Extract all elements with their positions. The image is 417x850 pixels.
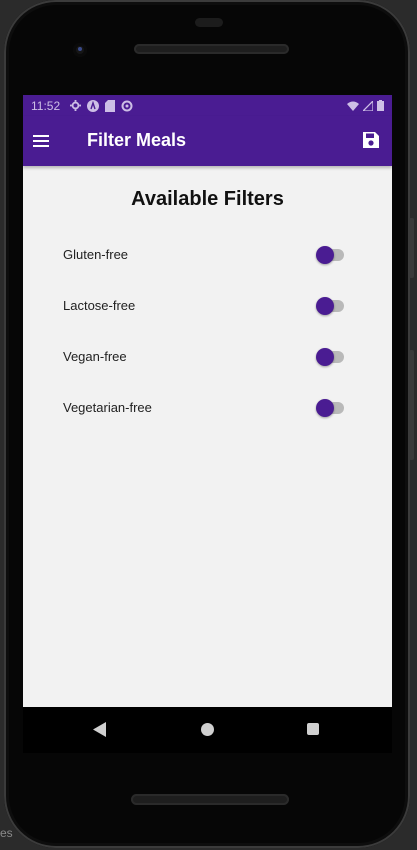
vegan-free-switch[interactable] [316, 348, 344, 366]
settings-icon [70, 100, 82, 111]
top-notch [195, 18, 223, 27]
bottom-speaker [131, 794, 289, 805]
status-system-icons [347, 100, 384, 111]
wifi-icon [347, 101, 359, 111]
sync-icon [121, 100, 133, 111]
filter-row-vegetarian-free: Vegetarian-free [23, 388, 392, 428]
recent-apps-icon[interactable] [307, 723, 319, 735]
status-bar: 11:52 [23, 95, 392, 116]
filter-label: Vegetarian-free [63, 400, 152, 415]
volume-button [409, 218, 414, 278]
app-bar-title: Filter Meals [87, 130, 187, 150]
background-partial-text: es [0, 826, 13, 840]
hamburger-menu-icon[interactable] [33, 131, 49, 151]
lactose-free-switch[interactable] [316, 297, 344, 315]
battery-icon [377, 100, 384, 111]
filter-row-gluten-free: Gluten-free [23, 235, 392, 275]
back-icon[interactable] [93, 722, 107, 737]
earpiece-speaker [134, 44, 289, 54]
filter-label: Gluten-free [63, 247, 129, 262]
save-icon[interactable] [362, 131, 380, 149]
switch-thumb [316, 399, 334, 417]
sd-card-icon [105, 99, 116, 112]
system-navigation-bar [23, 707, 392, 753]
filter-row-vegan-free: Vegan-free [23, 337, 392, 377]
status-notification-icons [70, 99, 133, 112]
filter-label: Vegan-free [63, 349, 127, 364]
status-time: 11:52 [31, 98, 61, 113]
app-screen: 11:52 Filter Meals Available Filters Glu… [23, 95, 392, 707]
available-filters-heading: Available Filters [131, 188, 284, 210]
app-bar: Filter Meals [23, 116, 392, 166]
filter-label: Lactose-free [63, 298, 136, 313]
switch-thumb [316, 246, 334, 264]
android-studio-icon [87, 99, 100, 112]
home-icon[interactable] [201, 723, 214, 736]
vegetarian-free-switch[interactable] [316, 399, 344, 417]
signal-icon [363, 100, 373, 111]
power-button [409, 350, 414, 460]
filter-row-lactose-free: Lactose-free [23, 286, 392, 326]
switch-thumb [316, 297, 334, 315]
gluten-free-switch[interactable] [316, 246, 344, 264]
switch-thumb [316, 348, 334, 366]
front-camera [73, 43, 87, 57]
